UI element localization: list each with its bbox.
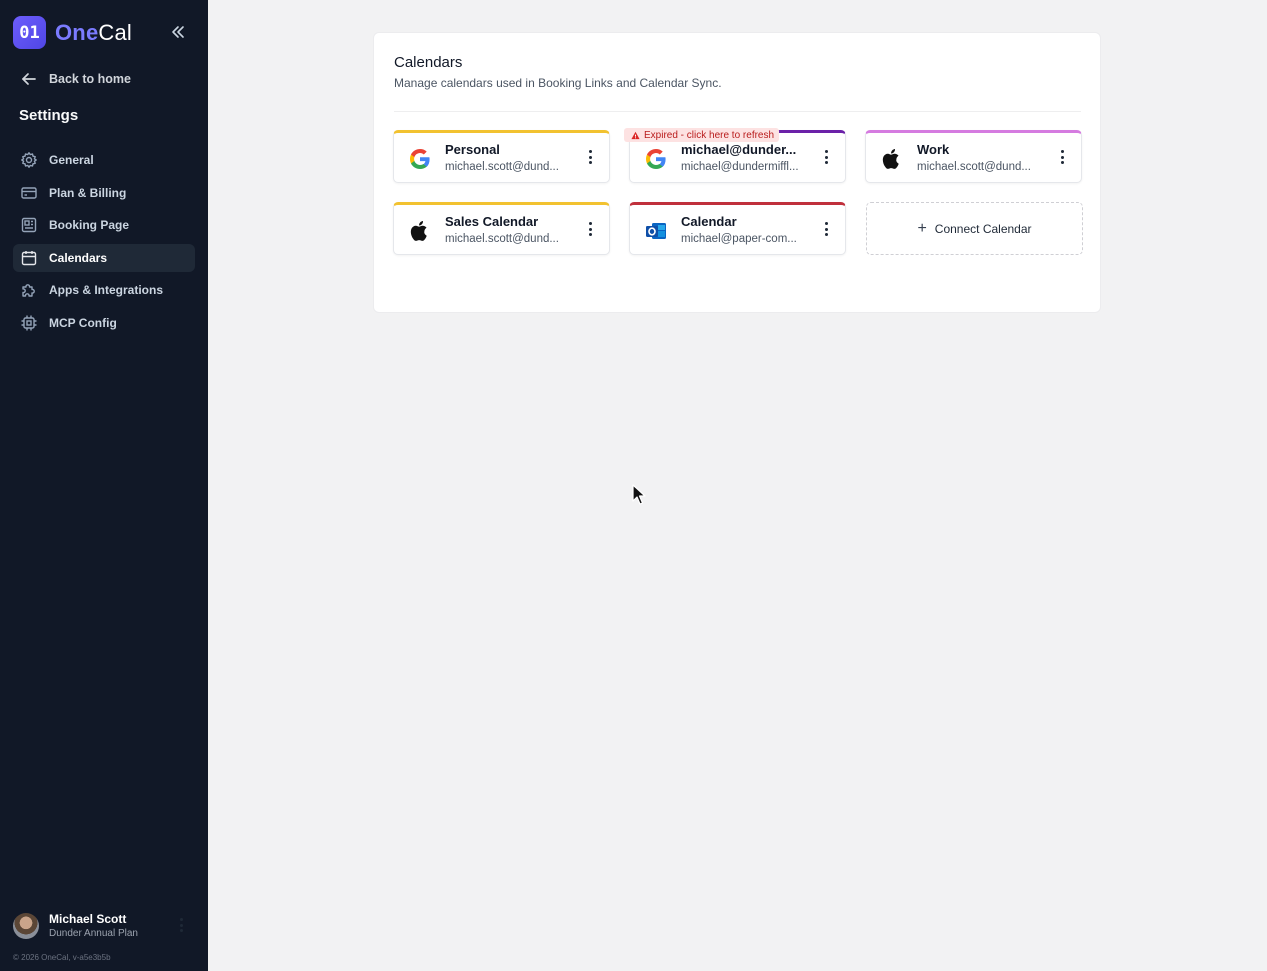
settings-title: Settings — [19, 107, 79, 124]
connect-calendar-label: Connect Calendar — [934, 221, 1032, 236]
calendar-email: michael@dundermiffl... — [681, 161, 799, 173]
expired-refresh-label: Expired - click here to refresh — [644, 129, 775, 141]
sidebar-item-label: MCP Config — [49, 315, 117, 330]
settings-nav: General Plan & Billing Booking Page Cale… — [13, 146, 195, 341]
back-to-home-label: Back to home — [49, 72, 131, 86]
sidebar-item-label: General — [49, 153, 94, 167]
more-options-icon[interactable] — [823, 222, 829, 238]
calendars-panel: Calendars Manage calendars used in Booki… — [373, 32, 1101, 313]
apple-icon — [410, 221, 427, 241]
calendar-name: Work — [917, 142, 950, 157]
sidebar-item-plan-billing[interactable]: Plan & Billing — [13, 179, 195, 207]
back-to-home-link[interactable]: Back to home — [20, 70, 131, 88]
calendar-email: michael.scott@dund... — [917, 161, 1031, 173]
outlook-icon — [646, 223, 666, 239]
plus-icon: + — [917, 219, 927, 237]
user-plan: Dunder Annual Plan — [49, 928, 138, 939]
page-title: Calendars — [394, 54, 463, 71]
sidebar-item-booking-page[interactable]: Booking Page — [13, 211, 195, 239]
mouse-cursor-icon — [632, 484, 646, 505]
logo-text: OneCal — [55, 20, 132, 46]
sidebar-item-mcp-config[interactable]: MCP Config — [13, 309, 195, 337]
sidebar-item-label: Calendars — [49, 250, 108, 265]
sidebar: 01 OneCal Back to home Settings General … — [0, 0, 208, 971]
google-icon — [646, 149, 666, 169]
connect-calendar-button[interactable]: + Connect Calendar — [866, 202, 1083, 255]
chip-icon — [21, 315, 37, 330]
avatar — [13, 912, 39, 939]
calendar-email: michael@paper-com... — [681, 233, 797, 245]
user-name: Michael Scott — [49, 912, 127, 926]
more-options-icon[interactable] — [1059, 150, 1065, 166]
sidebar-item-label: Apps & Integrations — [49, 283, 164, 297]
puzzle-icon — [22, 284, 35, 297]
calendar-icon — [21, 250, 37, 265]
sidebar-item-calendars[interactable]: Calendars — [13, 243, 195, 272]
sidebar-item-label: Booking Page — [49, 218, 130, 232]
arrow-left-icon — [22, 73, 36, 85]
page-description: Manage calendars used in Booking Links a… — [394, 76, 722, 90]
calendar-card-michael-dunder[interactable]: Expired - click here to refresh michael@… — [624, 128, 846, 183]
calendar-email: michael.scott@dund... — [445, 233, 559, 245]
calendar-name: Calendar — [681, 214, 737, 229]
gear-icon — [21, 152, 37, 168]
collapse-sidebar-icon[interactable] — [168, 22, 188, 42]
calendar-name: Personal — [445, 142, 500, 157]
calendar-name: michael@dunder... — [681, 142, 797, 157]
logo-text-cal: Cal — [98, 19, 133, 45]
google-icon — [410, 149, 430, 169]
sidebar-item-apps-integrations[interactable]: Apps & Integrations — [13, 276, 195, 304]
calendar-card-outlook[interactable]: Calendar michael@paper-com... — [629, 202, 846, 255]
divider — [394, 111, 1081, 112]
logo-text-one: One — [55, 19, 99, 45]
credit-card-icon — [21, 186, 37, 199]
logo-mark: 01 — [13, 16, 46, 49]
user-profile[interactable]: Michael Scott Dunder Annual Plan — [13, 912, 195, 939]
warning-icon — [631, 131, 640, 139]
brand-logo[interactable]: 01 OneCal — [13, 16, 132, 49]
more-options-icon[interactable] — [823, 150, 829, 166]
page-icon — [21, 217, 37, 233]
calendar-name: Sales Calendar — [445, 214, 539, 229]
apple-icon — [882, 149, 899, 169]
expired-refresh-badge[interactable]: Expired - click here to refresh — [624, 128, 780, 142]
version-footer: © 2026 OneCal, v-a5e3b5b — [13, 953, 111, 962]
calendar-card-personal[interactable]: Personal michael.scott@dund... — [393, 130, 610, 183]
more-options-icon[interactable] — [587, 222, 593, 238]
sidebar-item-label: Plan & Billing — [49, 185, 127, 200]
calendar-card-work[interactable]: Work michael.scott@dund... — [865, 130, 1082, 183]
sidebar-item-general[interactable]: General — [13, 146, 195, 174]
calendar-email: michael.scott@dund... — [445, 161, 559, 173]
user-menu-icon[interactable] — [180, 918, 183, 935]
calendar-card-sales[interactable]: Sales Calendar michael.scott@dund... — [393, 202, 610, 255]
more-options-icon[interactable] — [587, 150, 593, 166]
